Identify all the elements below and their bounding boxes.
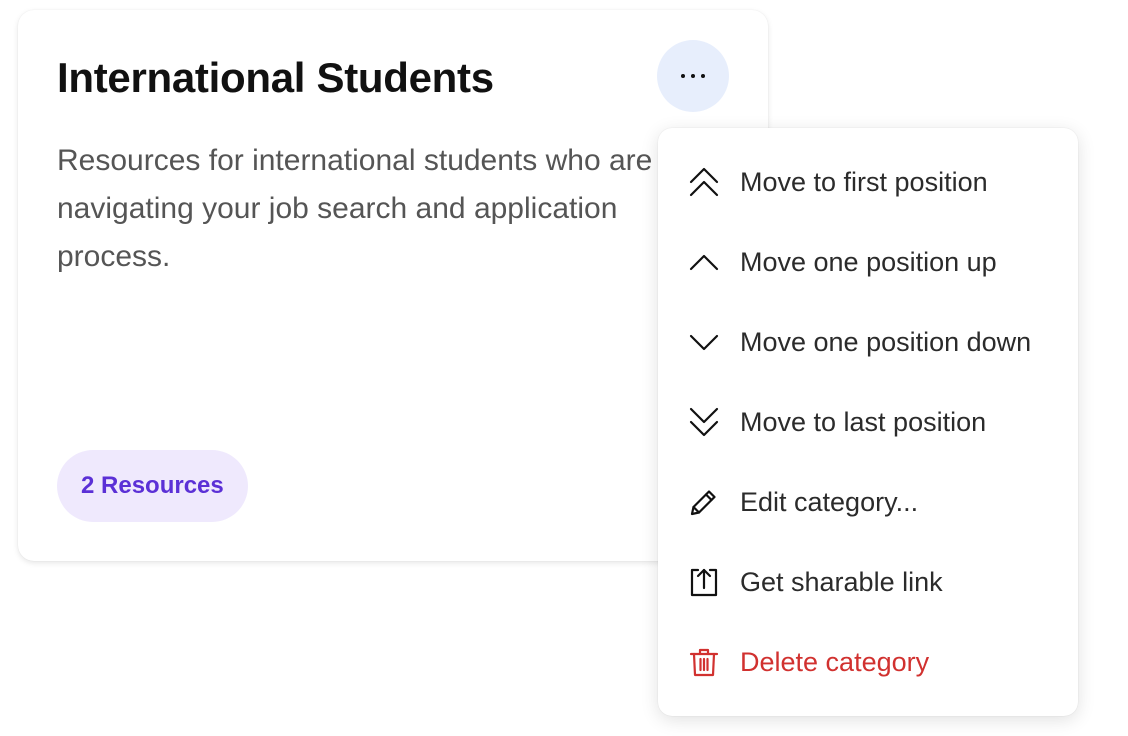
context-menu: Move to first position Move one position… [658, 128, 1078, 716]
menu-item-label: Delete category [740, 646, 930, 677]
share-icon [688, 566, 720, 598]
menu-item-edit-category[interactable]: Edit category... [658, 462, 1078, 542]
more-horizontal-icon [681, 74, 705, 78]
card-description: Resources for international students who… [57, 144, 653, 273]
menu-item-move-up[interactable]: Move one position up [658, 222, 1078, 302]
menu-item-label: Edit category... [740, 486, 919, 517]
menu-item-label: Move one position down [740, 326, 1032, 357]
card-title: International Students [57, 54, 494, 101]
pencil-icon [688, 486, 720, 518]
chevrons-down-icon [688, 406, 720, 438]
trash-icon [688, 646, 720, 678]
chevron-down-icon [688, 326, 720, 358]
more-options-button[interactable] [657, 40, 729, 112]
menu-item-label: Move to last position [740, 406, 987, 437]
menu-item-label: Get sharable link [740, 566, 943, 597]
menu-item-move-last[interactable]: Move to last position [658, 382, 1078, 462]
resources-badge[interactable]: 2 Resources [57, 450, 248, 522]
page: International Students Resources for int… [0, 0, 1128, 736]
menu-item-get-link[interactable]: Get sharable link [658, 542, 1078, 622]
category-card: International Students Resources for int… [18, 10, 768, 561]
chevron-up-icon [688, 246, 720, 278]
menu-item-move-down[interactable]: Move one position down [658, 302, 1078, 382]
chevrons-up-icon [688, 166, 720, 198]
menu-item-label: Move to first position [740, 166, 988, 197]
menu-item-label: Move one position up [740, 246, 997, 277]
menu-item-move-first[interactable]: Move to first position [658, 142, 1078, 222]
menu-item-delete-category[interactable]: Delete category [658, 622, 1078, 702]
